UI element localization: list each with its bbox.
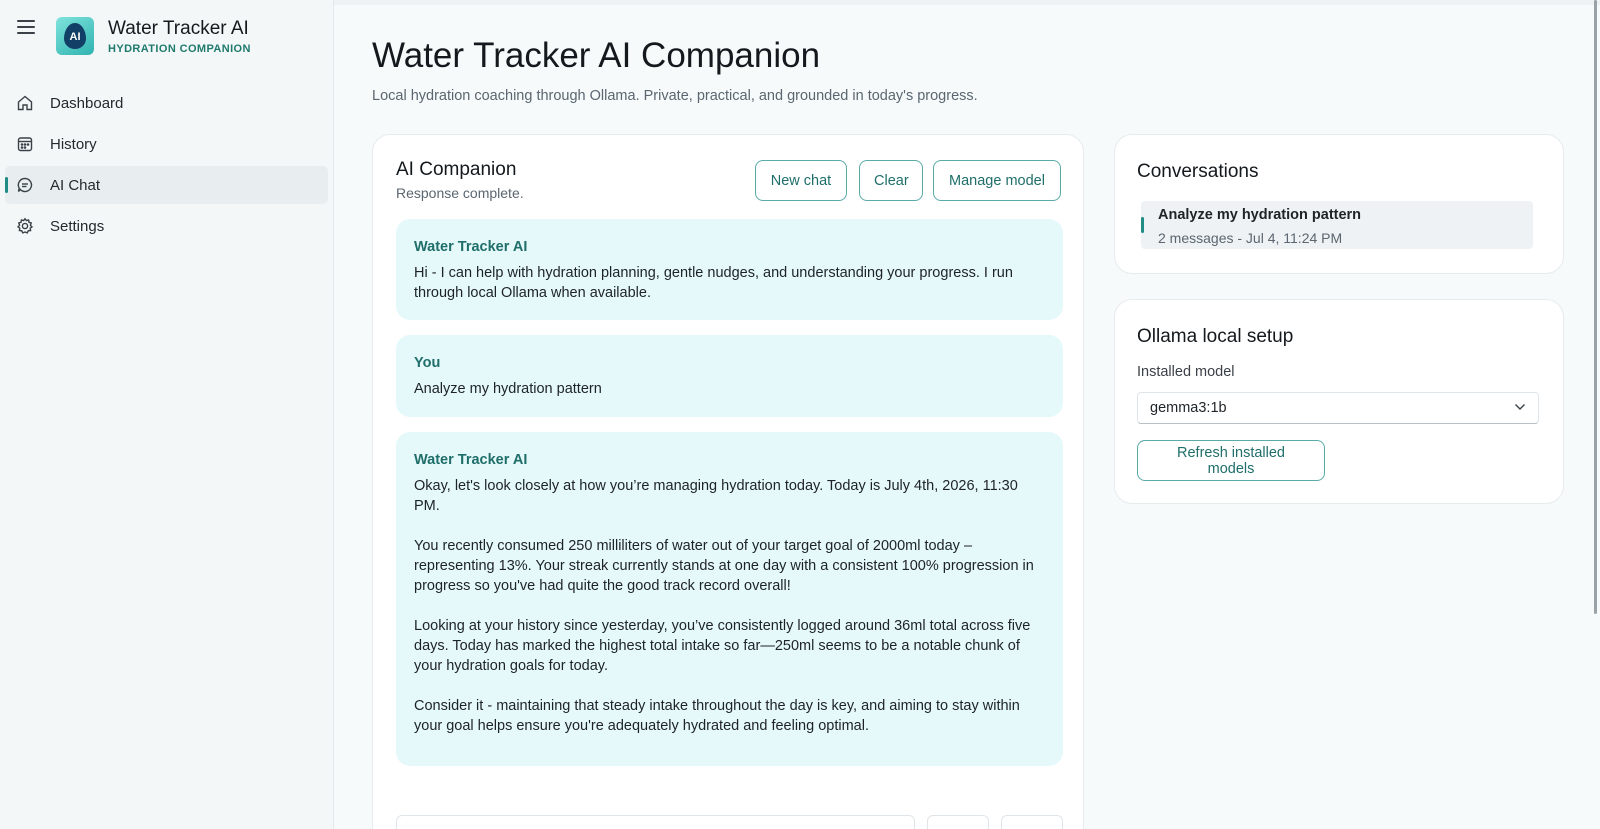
sidebar-item-label: Dashboard: [50, 94, 124, 112]
logo-drop: AI: [64, 23, 86, 49]
chat-status: Response complete.: [396, 185, 524, 201]
sidebar-item-label: Settings: [50, 217, 105, 235]
gear-icon: [16, 217, 34, 234]
new-chat-button[interactable]: New chat: [755, 160, 847, 201]
message-body: Analyze my hydration pattern: [414, 379, 1045, 399]
message-paragraph: Consider it - maintaining that steady in…: [414, 698, 1020, 734]
message-paragraph: Okay, let's look closely at how you’re m…: [414, 478, 1018, 514]
message-body: Okay, let's look closely at how you’re m…: [414, 476, 1045, 736]
home-icon: [17, 95, 33, 111]
composer-action-button[interactable]: [927, 815, 989, 829]
chat-message: Water Tracker AI Hi - I can help with hy…: [396, 219, 1063, 320]
scrollbar[interactable]: [1594, 0, 1597, 614]
chat-heading: AI Companion: [396, 159, 517, 180]
chat-input[interactable]: [396, 815, 915, 829]
message-paragraph: You recently consumed 250 milliliters of…: [414, 538, 1034, 594]
message-paragraph: Hi - I can help with hydration planning,…: [414, 265, 1013, 301]
chevron-down-icon: [1515, 404, 1525, 410]
calendar-icon: [17, 137, 33, 152]
clear-button[interactable]: Clear: [859, 160, 923, 201]
send-button[interactable]: [1001, 815, 1063, 829]
conversations-card: Conversations Analyze my hydration patte…: [1114, 134, 1564, 274]
ollama-heading: Ollama local setup: [1137, 326, 1294, 347]
app-title: Water Tracker AI: [108, 18, 249, 39]
message-author: Water Tracker AI: [414, 239, 528, 255]
chat-message: You Analyze my hydration pattern: [396, 335, 1063, 417]
model-select[interactable]: gemma3:1b: [1137, 392, 1539, 424]
installed-model-label: Installed model: [1137, 364, 1235, 380]
refresh-models-button[interactable]: Refresh installed models: [1137, 440, 1325, 481]
conversation-meta: 2 messages - Jul 4, 11:24 PM: [1158, 230, 1343, 246]
app-logo: AI: [56, 17, 94, 55]
sidebar-item-label: History: [50, 135, 97, 153]
sidebar-item-label: AI Chat: [50, 176, 101, 194]
menu-icon[interactable]: [17, 20, 35, 36]
sidebar-nav: Dashboard History AI Chat Settings: [5, 84, 328, 248]
conversations-heading: Conversations: [1137, 161, 1259, 182]
page-title: Water Tracker AI Companion: [372, 36, 821, 75]
conversation-title: Analyze my hydration pattern: [1158, 207, 1362, 223]
chat-card: AI Companion Response complete. New chat…: [372, 134, 1084, 829]
ollama-setup-card: Ollama local setup Installed model gemma…: [1114, 299, 1564, 504]
page-subtitle: Local hydration coaching through Ollama.…: [372, 88, 978, 104]
message-author: You: [414, 355, 441, 371]
sidebar: AI Water Tracker AI HYDRATION COMPANION …: [0, 0, 334, 829]
chat-icon: [17, 177, 33, 193]
conversation-item[interactable]: Analyze my hydration pattern 2 messages …: [1141, 201, 1533, 249]
app-subtitle: HYDRATION COMPANION: [108, 43, 251, 55]
model-select-value: gemma3:1b: [1150, 400, 1227, 416]
sidebar-item-settings[interactable]: Settings: [5, 207, 328, 245]
manage-model-button[interactable]: Manage model: [933, 160, 1061, 201]
message-paragraph: Analyze my hydration pattern: [414, 381, 602, 397]
chat-message: Water Tracker AI Okay, let's look closel…: [396, 432, 1063, 766]
sidebar-item-history[interactable]: History: [5, 125, 328, 163]
message-author: Water Tracker AI: [414, 452, 528, 468]
sidebar-item-ai-chat[interactable]: AI Chat: [5, 166, 328, 204]
message-body: Hi - I can help with hydration planning,…: [414, 263, 1045, 303]
message-paragraph: Looking at your history since yesterday,…: [414, 618, 1031, 674]
sidebar-item-dashboard[interactable]: Dashboard: [5, 84, 328, 122]
